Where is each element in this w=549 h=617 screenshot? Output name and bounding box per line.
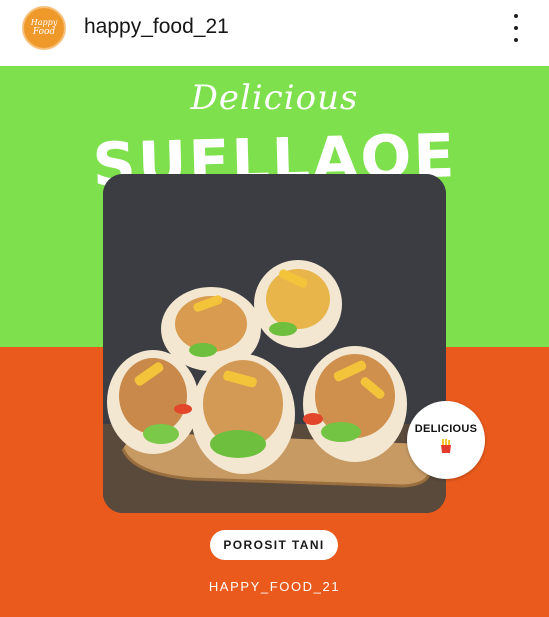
username-link[interactable]: happy_food_21 (84, 15, 229, 39)
avatar-logo-text-2: Food (32, 27, 56, 37)
avatar[interactable]: Happy Food (22, 6, 66, 50)
avatar-logo-text: Happy (30, 18, 58, 27)
order-now-button[interactable]: POROSIT TANI (210, 530, 338, 560)
more-vertical-icon[interactable] (506, 14, 526, 42)
delicious-badge: DELICIOUS (407, 401, 485, 479)
badge-label: DELICIOUS (414, 422, 478, 435)
food-photo (103, 174, 446, 513)
post-image[interactable]: Delicious SUFLLAQE DELICIOUS POROSIT TAN… (0, 66, 549, 617)
post-header: Happy Food happy_food_21 (0, 0, 549, 60)
footer-handle: HAPPY_FOOD_21 (208, 579, 341, 594)
script-heading: Delicious (190, 78, 359, 118)
fries-icon (439, 438, 453, 458)
